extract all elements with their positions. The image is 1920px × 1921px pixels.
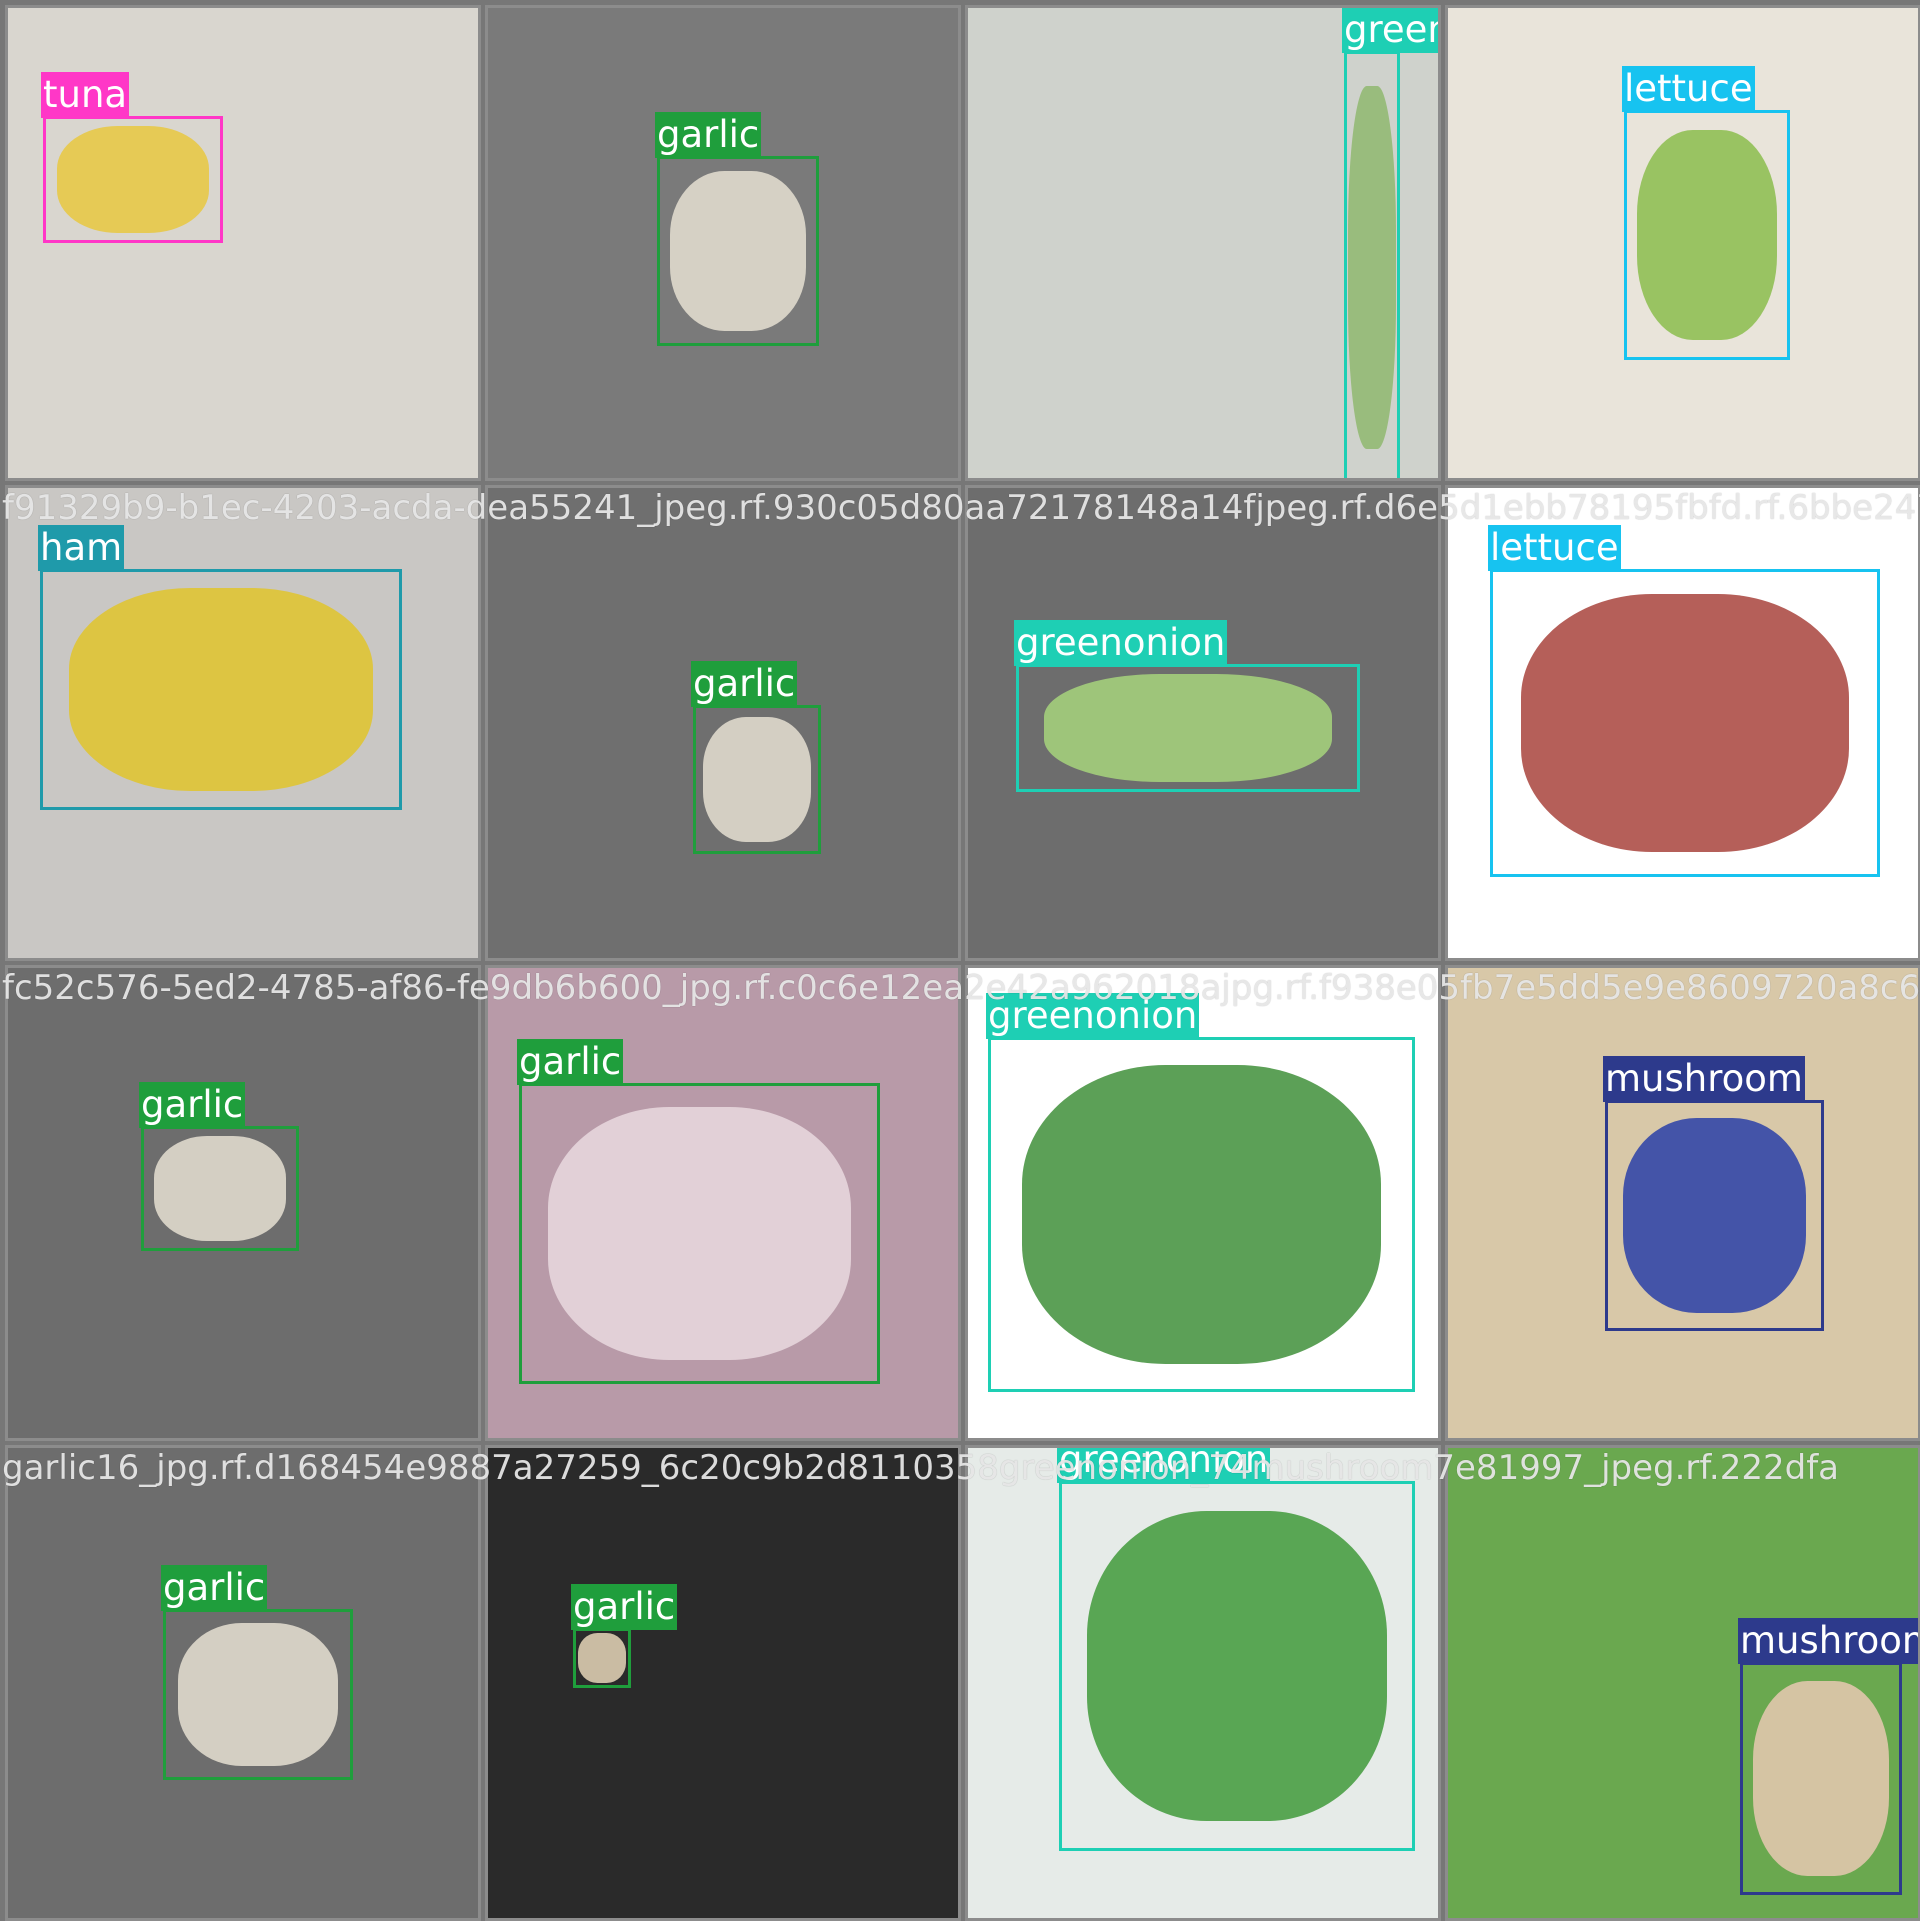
bounding-box <box>657 156 819 346</box>
class-label: ham <box>38 525 125 571</box>
bounding-box <box>40 569 402 810</box>
photo-background <box>488 1448 958 1918</box>
class-label: garlic <box>139 1082 246 1128</box>
class-label: mushroom <box>1603 1056 1805 1102</box>
class-label: garlic <box>655 112 762 158</box>
class-label: greenonion <box>1057 1448 1271 1483</box>
image-tile: garlic <box>485 965 961 1441</box>
image-tile: greenonion <box>965 5 1441 481</box>
bounding-box <box>1016 664 1360 792</box>
image-tile: garlic <box>485 485 961 961</box>
bounding-box <box>141 1126 299 1251</box>
image-tile: ham <box>5 485 481 961</box>
bounding-box <box>1344 51 1400 478</box>
bounding-box <box>519 1083 880 1384</box>
class-label: greenonion <box>1342 8 1438 53</box>
image-tile: garlic <box>485 5 961 481</box>
image-tile: greenonion <box>965 485 1441 961</box>
class-label: garlic <box>691 661 798 707</box>
image-tile: lettuce <box>1445 485 1920 961</box>
class-label: garlic <box>517 1039 624 1085</box>
class-label: mushroom <box>1738 1618 1918 1664</box>
image-tile: greenonion <box>965 965 1441 1441</box>
image-tile: mushroom <box>1445 1445 1920 1921</box>
image-tile: lettuce <box>1445 5 1920 481</box>
bounding-box <box>988 1037 1415 1392</box>
bounding-box <box>43 116 223 243</box>
image-tile: garlic <box>5 1445 481 1921</box>
class-label: greenonion <box>1014 620 1228 666</box>
image-tile: tuna <box>5 5 481 481</box>
bounding-box <box>1490 569 1880 877</box>
class-label: garlic <box>161 1565 268 1611</box>
image-tile: garlic <box>5 965 481 1441</box>
bounding-box <box>1059 1481 1415 1851</box>
class-label: greenonion <box>986 993 1200 1039</box>
bounding-box <box>1605 1100 1824 1331</box>
image-tile: mushroom <box>1445 965 1920 1441</box>
bounding-box <box>163 1609 353 1780</box>
bounding-box <box>573 1628 631 1688</box>
image-tile: greenonion <box>965 1445 1441 1921</box>
image-tile: garlic <box>485 1445 961 1921</box>
bounding-box <box>1740 1662 1902 1895</box>
class-label: lettuce <box>1488 525 1621 571</box>
detection-image-grid: tuna garlic greenonion lettuce ham garlic gree… <box>0 0 1920 1921</box>
class-label: tuna <box>41 72 130 118</box>
class-label: garlic <box>571 1584 678 1630</box>
class-label: lettuce <box>1622 66 1755 112</box>
bounding-box <box>693 705 821 854</box>
bounding-box <box>1624 110 1790 360</box>
